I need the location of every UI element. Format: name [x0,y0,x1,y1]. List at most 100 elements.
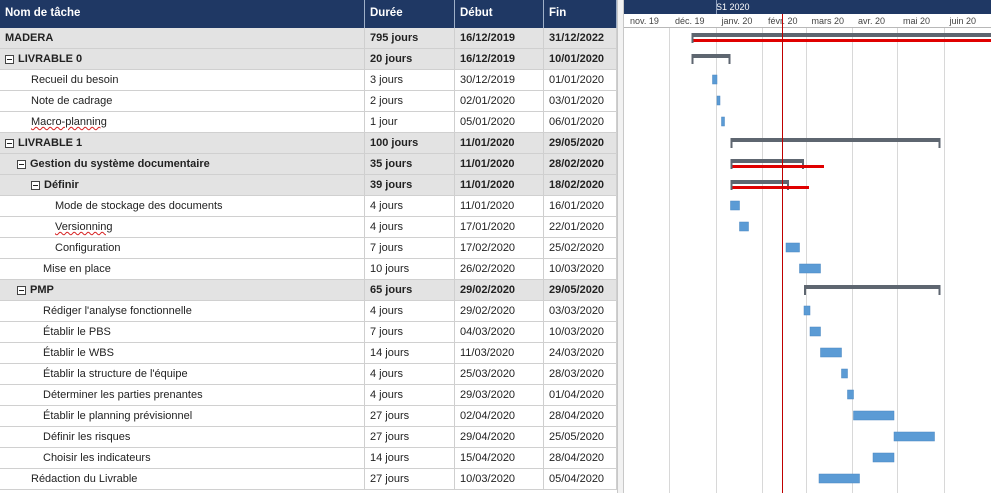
task-end-cell[interactable]: 29/05/2020 [544,133,617,153]
task-name-cell[interactable]: Rédiger l'analyse fonctionnelle [0,301,365,321]
task-bar[interactable] [872,452,895,463]
task-name-cell[interactable]: PMP [0,280,365,300]
task-start-cell[interactable]: 05/01/2020 [455,112,544,132]
task-bar[interactable] [841,368,848,379]
task-end-cell[interactable]: 22/01/2020 [544,217,617,237]
task-bar[interactable] [730,200,740,211]
task-end-cell[interactable]: 24/03/2020 [544,343,617,363]
task-bar[interactable] [785,242,800,253]
task-row[interactable]: Configuration 7 jours 17/02/2020 25/02/2020 [0,238,617,259]
task-bar[interactable] [893,431,935,442]
task-start-cell[interactable]: 17/01/2020 [455,217,544,237]
task-name-cell[interactable]: Établir le planning prévisionnel [0,406,365,426]
task-bar[interactable] [853,410,895,421]
task-duration-cell[interactable]: 10 jours [365,259,455,279]
task-start-cell[interactable]: 29/02/2020 [455,301,544,321]
task-end-cell[interactable]: 01/04/2020 [544,385,617,405]
task-row[interactable]: Recueil du besoin 3 jours 30/12/2019 01/01/… [0,70,617,91]
task-duration-cell[interactable]: 4 jours [365,196,455,216]
task-end-cell[interactable]: 28/04/2020 [544,406,617,426]
task-start-cell[interactable]: 16/12/2019 [455,28,544,48]
task-end-cell[interactable]: 10/01/2020 [544,49,617,69]
task-name-cell[interactable]: Déterminer les parties prenantes [0,385,365,405]
task-start-cell[interactable]: 29/04/2020 [455,427,544,447]
task-name-cell[interactable]: Configuration [0,238,365,258]
collapse-toggle-icon[interactable] [5,54,14,64]
task-bar[interactable] [847,389,854,400]
task-duration-cell[interactable]: 4 jours [365,385,455,405]
task-row[interactable]: Rédaction du Livrable 27 jours 10/03/2020 0… [0,469,617,490]
task-bar[interactable] [818,473,860,484]
task-duration-cell[interactable]: 4 jours [365,217,455,237]
task-start-cell[interactable]: 15/04/2020 [455,448,544,468]
column-header-name[interactable]: Nom de tâche [0,0,365,28]
task-end-cell[interactable]: 06/01/2020 [544,112,617,132]
task-row[interactable]: Déterminer les parties prenantes 4 jours 2… [0,385,617,406]
task-name-cell[interactable]: MADERA [0,28,365,48]
summary-bar[interactable] [730,159,805,163]
task-name-cell[interactable]: Rédaction du Livrable [0,469,365,489]
task-end-cell[interactable]: 25/02/2020 [544,238,617,258]
task-end-cell[interactable]: 28/04/2020 [544,448,617,468]
task-start-cell[interactable]: 11/01/2020 [455,154,544,174]
task-start-cell[interactable]: 11/03/2020 [455,343,544,363]
task-end-cell[interactable]: 10/03/2020 [544,322,617,342]
task-start-cell[interactable]: 10/03/2020 [455,469,544,489]
task-row[interactable]: Établir la structure de l'équipe 4 jours 2… [0,364,617,385]
task-start-cell[interactable]: 02/01/2020 [455,91,544,111]
task-name-cell[interactable]: Recueil du besoin [0,70,365,90]
summary-bar[interactable] [730,138,941,142]
column-header-duration[interactable]: Durée [365,0,455,28]
task-row[interactable]: LIVRABLE 1 100 jours 11/01/2020 29/05/2020 [0,133,617,154]
task-duration-cell[interactable]: 65 jours [365,280,455,300]
task-end-cell[interactable]: 03/03/2020 [544,301,617,321]
task-row[interactable]: Rédiger l'analyse fonctionnelle 4 jours 29… [0,301,617,322]
task-start-cell[interactable]: 30/12/2019 [455,70,544,90]
task-end-cell[interactable]: 16/01/2020 [544,196,617,216]
summary-bar[interactable] [691,54,731,58]
task-bar[interactable] [721,116,725,127]
collapse-toggle-icon[interactable] [17,285,26,295]
task-row[interactable]: Note de cadrage 2 jours 02/01/2020 03/01/20… [0,91,617,112]
summary-bar[interactable] [730,180,790,184]
summary-bar[interactable] [691,33,991,37]
task-end-cell[interactable]: 29/05/2020 [544,280,617,300]
task-end-cell[interactable]: 25/05/2020 [544,427,617,447]
task-row[interactable]: Définir 39 jours 11/01/2020 18/02/2020 [0,175,617,196]
task-end-cell[interactable]: 18/02/2020 [544,175,617,195]
task-start-cell[interactable]: 04/03/2020 [455,322,544,342]
column-header-end[interactable]: Fin [544,0,617,28]
task-start-cell[interactable]: 26/02/2020 [455,259,544,279]
task-bar[interactable] [716,95,721,106]
task-name-cell[interactable]: LIVRABLE 0 [0,49,365,69]
task-start-cell[interactable]: 11/01/2020 [455,175,544,195]
task-name-cell[interactable]: Note de cadrage [0,91,365,111]
summary-bar[interactable] [804,285,941,289]
task-duration-cell[interactable]: 7 jours [365,238,455,258]
task-name-cell[interactable]: Choisir les indicateurs [0,448,365,468]
collapse-toggle-icon[interactable] [17,159,26,169]
task-bar[interactable] [712,74,718,85]
task-end-cell[interactable]: 28/03/2020 [544,364,617,384]
task-start-cell[interactable]: 29/02/2020 [455,280,544,300]
task-row[interactable]: Mise en place 10 jours 26/02/2020 10/03/202… [0,259,617,280]
task-name-cell[interactable]: Établir la structure de l'équipe [0,364,365,384]
task-bar[interactable] [820,347,842,358]
task-start-cell[interactable]: 17/02/2020 [455,238,544,258]
task-duration-cell[interactable]: 20 jours [365,49,455,69]
task-bar[interactable] [809,326,821,337]
task-name-cell[interactable]: Macro-planning [0,112,365,132]
task-row[interactable]: MADERA 795 jours 16/12/2019 31/12/2022 [0,28,617,49]
collapse-toggle-icon[interactable] [5,138,14,148]
task-bar[interactable] [799,263,821,274]
task-name-cell[interactable]: Établir le PBS [0,322,365,342]
task-row[interactable]: Établir le WBS 14 jours 11/03/2020 24/03/20… [0,343,617,364]
task-start-cell[interactable]: 16/12/2019 [455,49,544,69]
task-bar[interactable] [803,305,811,316]
task-name-cell[interactable]: Établir le WBS [0,343,365,363]
task-start-cell[interactable]: 11/01/2020 [455,133,544,153]
task-start-cell[interactable]: 25/03/2020 [455,364,544,384]
split-divider[interactable] [617,0,624,493]
task-start-cell[interactable]: 11/01/2020 [455,196,544,216]
task-row[interactable]: PMP 65 jours 29/02/2020 29/05/2020 [0,280,617,301]
